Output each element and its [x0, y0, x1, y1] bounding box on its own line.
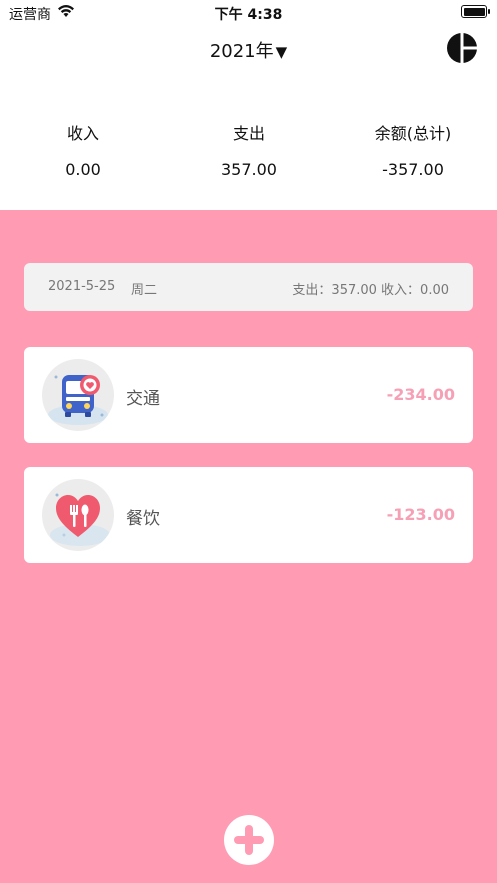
income-label: 收入 — [66, 124, 99, 143]
record-amount: -123.00 — [386, 505, 455, 524]
day-weekday: 周二 — [131, 283, 158, 298]
income-summary: 收入 0.00 — [3, 120, 163, 179]
add-record-button[interactable] — [224, 815, 274, 865]
record-amount: -234.00 — [386, 385, 455, 404]
dining-heart-icon — [42, 479, 114, 551]
record-category: 餐饮 — [126, 509, 160, 529]
record-category: 交通 — [126, 389, 160, 409]
expense-label: 支出 — [232, 124, 265, 143]
nav-bar: 2021年 ▼ — [0, 28, 497, 68]
day-header: 2021-5-25 周二 支出：357.00 收入：0.00 — [24, 263, 473, 311]
bus-icon — [42, 359, 114, 431]
status-bar: 运营商 下午 4:38 — [0, 0, 497, 26]
record-item-dining[interactable]: 餐饮 -123.00 — [24, 467, 473, 563]
balance-value: -357.00 — [382, 160, 444, 179]
income-value: 0.00 — [65, 160, 101, 179]
expense-summary: 支出 357.00 — [169, 120, 329, 179]
pie-chart-icon[interactable] — [446, 32, 478, 64]
battery-icon — [461, 5, 490, 18]
day-date: 2021-5-25 — [48, 279, 116, 294]
caret-down-icon: ▼ — [275, 43, 288, 61]
year-selector[interactable]: 2021年 ▼ — [0, 37, 497, 63]
balance-summary: 余额(总计) -357.00 — [333, 120, 493, 179]
day-totals: 支出：357.00 收入：0.00 — [292, 283, 449, 298]
clock: 下午 4:38 — [214, 7, 283, 23]
balance-label: 余额(总计) — [374, 124, 452, 143]
expense-value: 357.00 — [221, 160, 277, 179]
record-item-transport[interactable]: 交通 -234.00 — [24, 347, 473, 443]
summary-panel: 收入 0.00 支出 357.00 余额(总计) -357.00 — [0, 120, 497, 190]
year-label: 2021年 — [209, 41, 274, 62]
